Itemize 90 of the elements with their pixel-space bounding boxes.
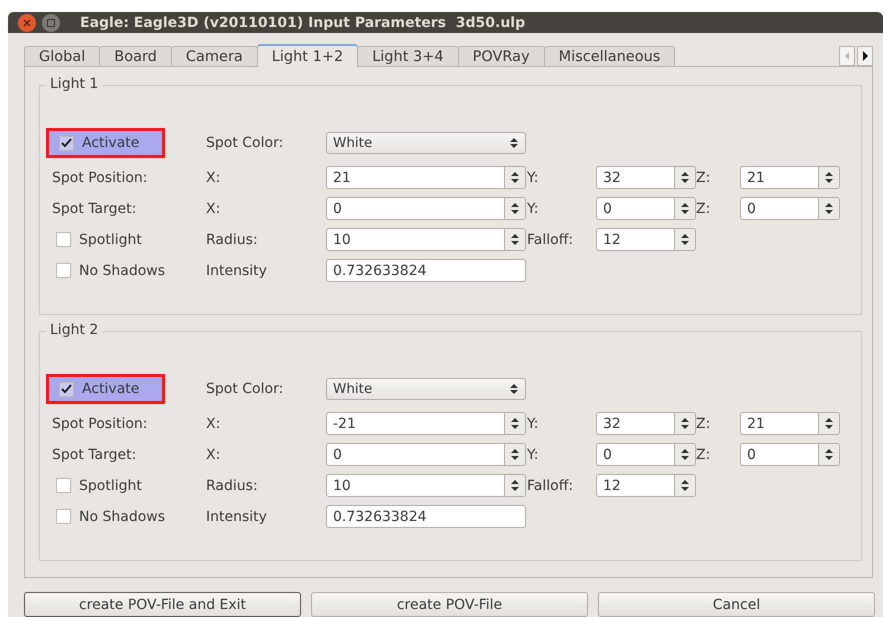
spin-field[interactable]: -21 xyxy=(326,412,526,435)
checkbox-label: Activate xyxy=(82,135,140,151)
spin-arrows-icon[interactable] xyxy=(504,444,525,465)
checkbox[interactable] xyxy=(56,509,71,524)
spin-arrows-icon[interactable] xyxy=(674,475,695,496)
tab[interactable]: POVRay xyxy=(458,46,545,67)
spin-field[interactable]: 0 xyxy=(740,443,840,466)
spin-field[interactable]: 12 xyxy=(596,474,696,497)
dropdown-arrows-icon xyxy=(509,383,519,395)
field-label: Spot Color: xyxy=(206,381,284,397)
field-label: X: xyxy=(206,170,222,186)
spin-field[interactable]: 0 xyxy=(326,443,526,466)
window-title: Eagle: Eagle3D (v20110101) Input Parameters 3d50.ulp xyxy=(80,14,526,30)
spin-field[interactable]: 0 xyxy=(740,197,840,220)
field-label: Intensity xyxy=(206,262,268,278)
spin-arrows-icon[interactable] xyxy=(504,167,525,188)
checkbox-label: Spotlight xyxy=(79,478,142,494)
dialog-button[interactable]: Cancel xyxy=(598,592,875,617)
field-label: Spot Target: xyxy=(52,200,136,216)
spin-field[interactable]: 10 xyxy=(326,228,526,251)
field-label: Spot Target: xyxy=(52,446,136,462)
spin-field[interactable]: 0 xyxy=(596,443,696,466)
field-label: Spot Color: xyxy=(206,135,284,151)
spin-field[interactable]: 21 xyxy=(740,412,840,435)
tab[interactable]: Global xyxy=(24,46,100,67)
spin-field[interactable]: 0 xyxy=(596,197,696,220)
intensity-field[interactable]: 0.732633824 xyxy=(326,505,526,528)
close-icon[interactable] xyxy=(18,14,36,32)
field-label: Spot Position: xyxy=(52,416,148,432)
checkbox[interactable] xyxy=(56,478,71,493)
field-label: Intensity xyxy=(206,508,268,524)
spin-field[interactable]: 32 xyxy=(596,166,696,189)
spin-arrows-icon[interactable] xyxy=(674,167,695,188)
field-label: X: xyxy=(206,416,222,432)
tab[interactable]: Board xyxy=(99,46,172,67)
spin-arrows-icon[interactable] xyxy=(818,444,839,465)
tab[interactable]: Light 3+4 xyxy=(357,46,459,67)
scroll-right-icon[interactable] xyxy=(857,46,873,66)
checkbox[interactable] xyxy=(56,263,71,278)
spin-arrows-icon[interactable] xyxy=(504,475,525,496)
spin-arrows-icon[interactable] xyxy=(818,413,839,434)
spin-field[interactable]: 12 xyxy=(596,228,696,251)
spin-arrows-icon[interactable] xyxy=(504,413,525,434)
spin-arrows-icon[interactable] xyxy=(674,198,695,219)
group-title: Light 1 xyxy=(46,76,102,92)
group-title: Light 2 xyxy=(46,322,102,338)
field-label: Falloff: xyxy=(527,478,574,494)
checkbox-label: Spotlight xyxy=(79,232,142,248)
field-label: Z: xyxy=(696,446,712,462)
spin-field[interactable]: 0 xyxy=(326,197,526,220)
spin-arrows-icon[interactable] xyxy=(674,229,695,250)
spin-arrows-icon[interactable] xyxy=(504,229,525,250)
spin-field[interactable]: 21 xyxy=(740,166,840,189)
spin-arrows-icon[interactable] xyxy=(818,198,839,219)
spin-field[interactable]: 21 xyxy=(326,166,526,189)
spin-arrows-icon[interactable] xyxy=(504,198,525,219)
tab[interactable]: Light 1+2 xyxy=(256,44,358,67)
field-label: Z: xyxy=(696,200,712,216)
spin-arrows-icon[interactable] xyxy=(674,444,695,465)
dialog-button[interactable]: create POV-File and Exit xyxy=(24,592,301,617)
dropdown-arrows-icon xyxy=(509,137,519,149)
spin-arrows-icon[interactable] xyxy=(674,413,695,434)
field-label: Y: xyxy=(527,200,540,216)
checkbox-label: Activate xyxy=(82,381,140,397)
field-label: Y: xyxy=(527,446,540,462)
spin-field[interactable]: 10 xyxy=(326,474,526,497)
field-label: Radius: xyxy=(206,478,259,494)
spot-color-dropdown[interactable]: White xyxy=(326,378,526,400)
tab[interactable]: Camera xyxy=(170,46,258,67)
field-label: Z: xyxy=(696,416,712,432)
field-label: X: xyxy=(206,200,222,216)
spot-color-dropdown[interactable]: White xyxy=(326,132,526,154)
field-label: X: xyxy=(206,446,222,462)
field-label: Radius: xyxy=(206,232,259,248)
field-label: Y: xyxy=(527,416,540,432)
checkbox[interactable] xyxy=(59,382,74,396)
checkbox-label: No Shadows xyxy=(79,508,166,524)
intensity-field[interactable]: 0.732633824 xyxy=(326,259,526,282)
checkbox[interactable] xyxy=(56,232,71,247)
checkbox[interactable] xyxy=(59,136,74,150)
spin-arrows-icon[interactable] xyxy=(818,167,839,188)
field-label: Spot Position: xyxy=(52,170,148,186)
maximize-icon[interactable] xyxy=(42,14,60,32)
tab[interactable]: Miscellaneous xyxy=(544,46,676,67)
field-label: Y: xyxy=(527,170,540,186)
dialog-button[interactable]: create POV-File xyxy=(311,592,588,617)
field-label: Falloff: xyxy=(527,232,574,248)
spin-field[interactable]: 32 xyxy=(596,412,696,435)
checkbox-label: No Shadows xyxy=(79,262,166,278)
field-label: Z: xyxy=(696,170,712,186)
